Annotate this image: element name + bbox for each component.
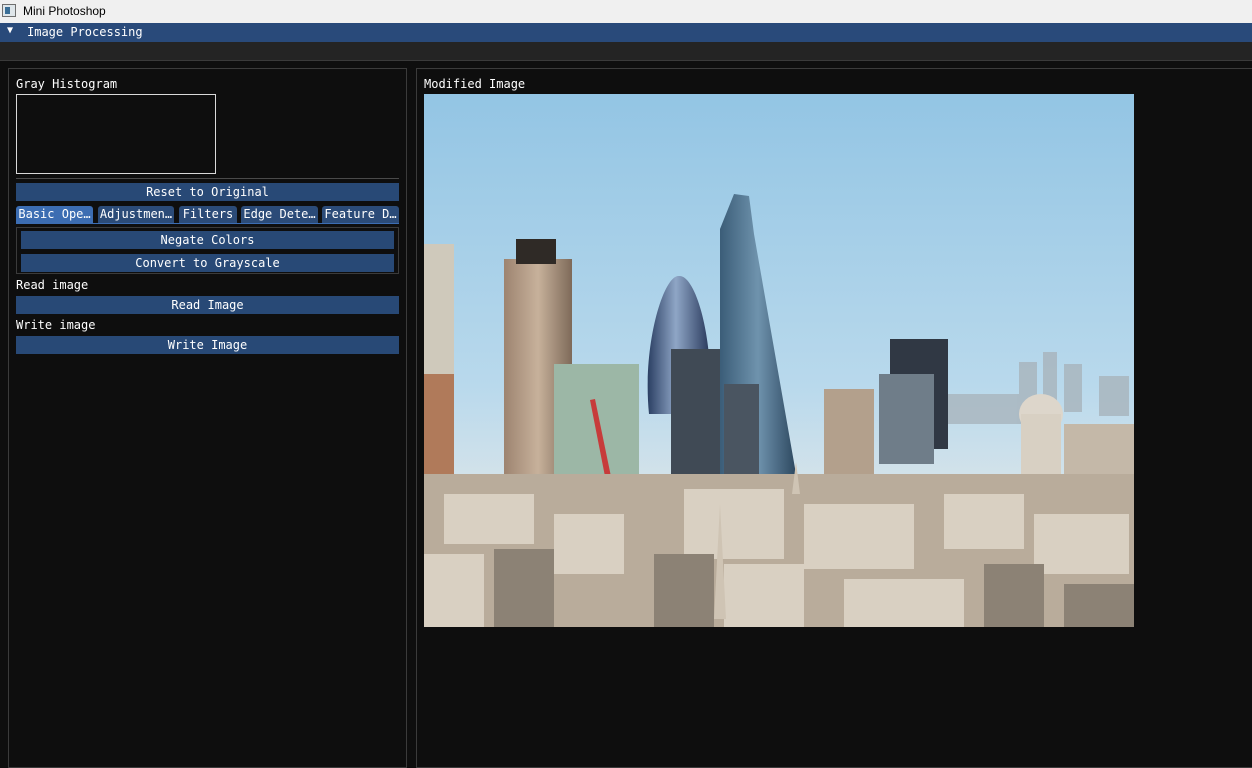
tab-basic-operations[interactable]: Basic Ope…	[16, 206, 93, 223]
city-skyline-photo	[424, 94, 1134, 627]
tab-underline	[16, 223, 399, 224]
read-image-label: Read image	[16, 278, 89, 292]
modified-image	[424, 94, 1134, 627]
tab-adjustments[interactable]: Adjustmen…	[98, 206, 174, 223]
convert-to-grayscale-button[interactable]: Convert to Grayscale	[21, 254, 394, 272]
menu-strip	[0, 42, 1252, 60]
negate-colors-button[interactable]: Negate Colors	[21, 231, 394, 249]
separator	[16, 178, 399, 179]
reset-to-original-button[interactable]: Reset to Original	[16, 183, 399, 201]
gray-histogram	[16, 94, 216, 174]
app-window-icon	[2, 4, 16, 17]
divider	[0, 60, 1252, 61]
window-titlebar: Mini Photoshop	[0, 0, 1252, 23]
write-image-label: Write image	[16, 318, 96, 332]
header-label: Image Processing	[27, 25, 143, 39]
histogram-label: Gray Histogram	[16, 77, 118, 91]
write-image-button[interactable]: Write Image	[16, 336, 399, 354]
tab-feature-detection[interactable]: Feature D…	[322, 206, 399, 223]
modified-image-label: Modified Image	[424, 77, 526, 91]
window-title: Mini Photoshop	[23, 4, 106, 18]
tab-edge-detection[interactable]: Edge Dete…	[241, 206, 318, 223]
collapse-arrow-icon[interactable]: ▼	[7, 25, 13, 36]
image-processing-header[interactable]: ▼ Image Processing	[0, 23, 1252, 42]
tab-filters[interactable]: Filters	[179, 206, 237, 223]
read-image-button[interactable]: Read Image	[16, 296, 399, 314]
